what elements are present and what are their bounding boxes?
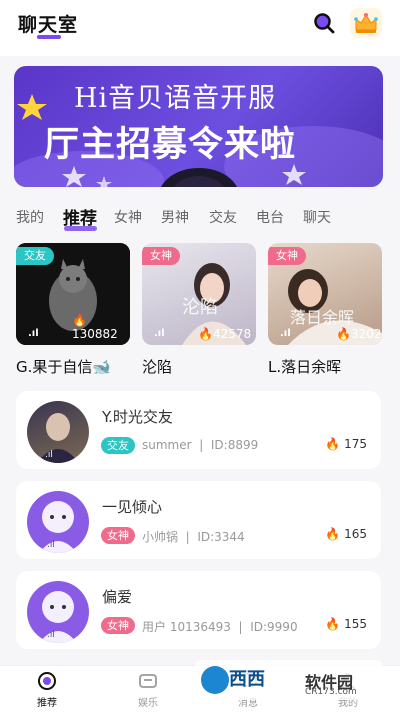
svg-text:.ıl: .ıl xyxy=(47,630,55,640)
room-name-1[interactable]: G.果于自信🐋 xyxy=(16,356,111,377)
crown-icon xyxy=(354,13,378,33)
list-item-tag: 女神 xyxy=(101,527,135,544)
flame-icon: 🔥 xyxy=(325,527,341,541)
signal-icon: .ıl xyxy=(28,328,39,339)
list-item[interactable]: .ıl Y.时光交友 交友 summer | ID:8899 🔥 175 xyxy=(16,391,381,469)
flame-icon: 🔥 xyxy=(325,437,341,451)
title-underline xyxy=(37,35,61,39)
flame-icon: 🔥 xyxy=(198,327,213,341)
signal-icon: .ıl xyxy=(154,328,165,339)
active-tab-indicator xyxy=(64,226,97,231)
svg-text:落日余晖: 落日余晖 xyxy=(290,308,354,327)
tab-friends[interactable]: 交友 xyxy=(209,207,237,227)
list-item-meta: 小帅锅 | ID:3344 xyxy=(142,530,245,544)
vip-crown-button[interactable] xyxy=(350,8,382,38)
watermark-text: 西西 xyxy=(229,669,265,690)
flame-icon: 🔥 xyxy=(325,617,341,631)
promo-banner[interactable]: Hi音贝语音开服 厅主招募令来啦 xyxy=(14,66,383,187)
watermark-url: CR173.com xyxy=(305,687,357,697)
search-button[interactable] xyxy=(313,12,335,34)
category-tabs: 我的 推荐 女神 男神 交友 电台 聊天 xyxy=(0,198,400,236)
room-tag: 交友 xyxy=(16,247,54,265)
flame-icon: 🔥 xyxy=(72,313,87,327)
svg-text:.ıl: .ıl xyxy=(45,450,53,460)
room-tag: 女神 xyxy=(268,247,306,265)
room-card-3[interactable]: 落日余晖 女神 .ıl 🔥3202 xyxy=(268,243,382,345)
room-hot: 🔥3202 xyxy=(336,327,382,341)
planet-icon xyxy=(38,672,56,690)
list-item-meta: 用户 10136493 | ID:9990 xyxy=(142,620,298,634)
tv-icon xyxy=(139,674,157,688)
tab-chat[interactable]: 聊天 xyxy=(303,207,331,227)
app-header: 聊天室 xyxy=(0,0,400,56)
room-hot: 🔥42578 xyxy=(198,327,252,341)
tab-mine[interactable]: 我的 xyxy=(16,207,44,227)
banner-line1: Hi音贝语音开服 xyxy=(74,83,277,114)
tab-radio[interactable]: 电台 xyxy=(256,207,284,227)
watermark-logo xyxy=(201,666,229,694)
avatar: .ıl xyxy=(27,581,89,643)
flame-icon: 🔥 xyxy=(336,327,351,341)
tab-god[interactable]: 男神 xyxy=(161,207,189,227)
banner-line2: 厅主招募令来啦 xyxy=(44,124,297,165)
list-item-tag: 女神 xyxy=(101,617,135,634)
signal-icon: .ıl xyxy=(280,328,291,339)
svg-text:.ıl: .ıl xyxy=(47,540,55,550)
list-item-title: 一见倾心 xyxy=(102,498,163,516)
room-hot: 🔥130882 xyxy=(72,313,118,341)
list-item[interactable]: .ıl 偏爱 女神 用户 10136493 | ID:9990 🔥 155 xyxy=(16,571,381,649)
avatar: .ıl xyxy=(27,491,89,553)
tab-goddess[interactable]: 女神 xyxy=(114,207,142,227)
list-item[interactable]: .ıl 一见倾心 女神 小帅锅 | ID:3344 🔥 165 xyxy=(16,481,381,559)
nav-entertainment[interactable]: 娱乐 xyxy=(113,666,183,712)
list-item-hot: 🔥 155 xyxy=(325,617,367,631)
search-icon xyxy=(314,13,335,34)
room-name-2[interactable]: 沦陷 xyxy=(142,356,172,377)
list-item-meta: summer | ID:8899 xyxy=(142,438,259,452)
room-card-1[interactable]: 交友 .ıl 🔥130882 xyxy=(16,243,130,345)
room-card-2[interactable]: 沦陷 女神 .ıl 🔥42578 xyxy=(142,243,256,345)
list-item-title: Y.时光交友 xyxy=(102,408,173,426)
nav-recommend[interactable]: 推荐 xyxy=(12,666,82,712)
page-title: 聊天室 xyxy=(18,14,79,36)
svg-text:沦陷: 沦陷 xyxy=(182,297,218,318)
room-name-3[interactable]: L.落日余晖 xyxy=(268,356,341,377)
site-watermark: 西西 软件园 CR173.com xyxy=(195,660,383,700)
avatar: .ıl xyxy=(27,401,89,463)
nav-label: 推荐 xyxy=(37,698,57,709)
list-item-hot: 🔥 175 xyxy=(325,437,367,451)
nav-label: 娱乐 xyxy=(138,698,158,709)
list-item-title: 偏爱 xyxy=(102,588,133,606)
room-tag: 女神 xyxy=(142,247,180,265)
list-item-tag: 交友 xyxy=(101,437,135,454)
list-item-hot: 🔥 165 xyxy=(325,527,367,541)
